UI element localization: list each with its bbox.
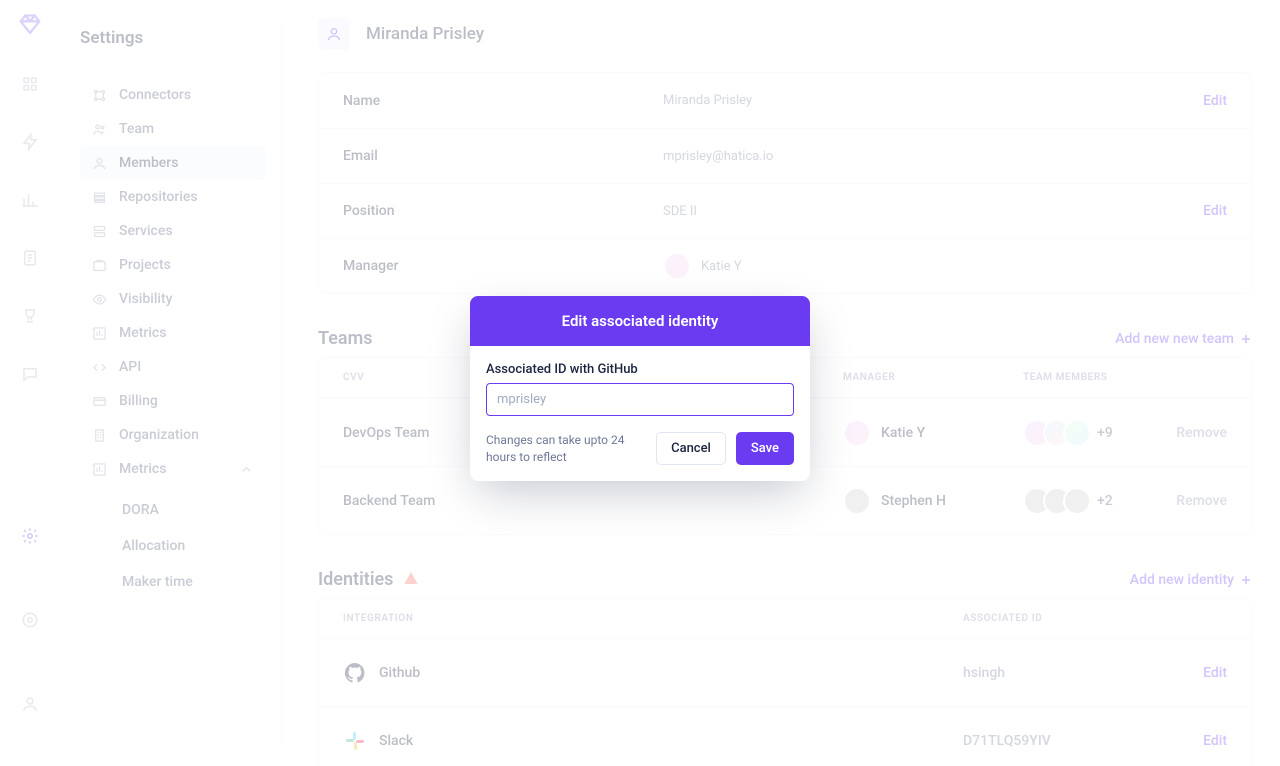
associated-id-input[interactable] (486, 383, 794, 416)
modal-input-label: Associated ID with GitHub (486, 362, 794, 377)
save-button[interactable]: Save (736, 432, 794, 465)
modal-title: Edit associated identity (470, 296, 810, 346)
edit-identity-modal: Edit associated identity Associated ID w… (470, 296, 810, 481)
modal-note: Changes can take upto 24 hours to reflec… (486, 432, 646, 464)
cancel-button[interactable]: Cancel (656, 432, 726, 465)
